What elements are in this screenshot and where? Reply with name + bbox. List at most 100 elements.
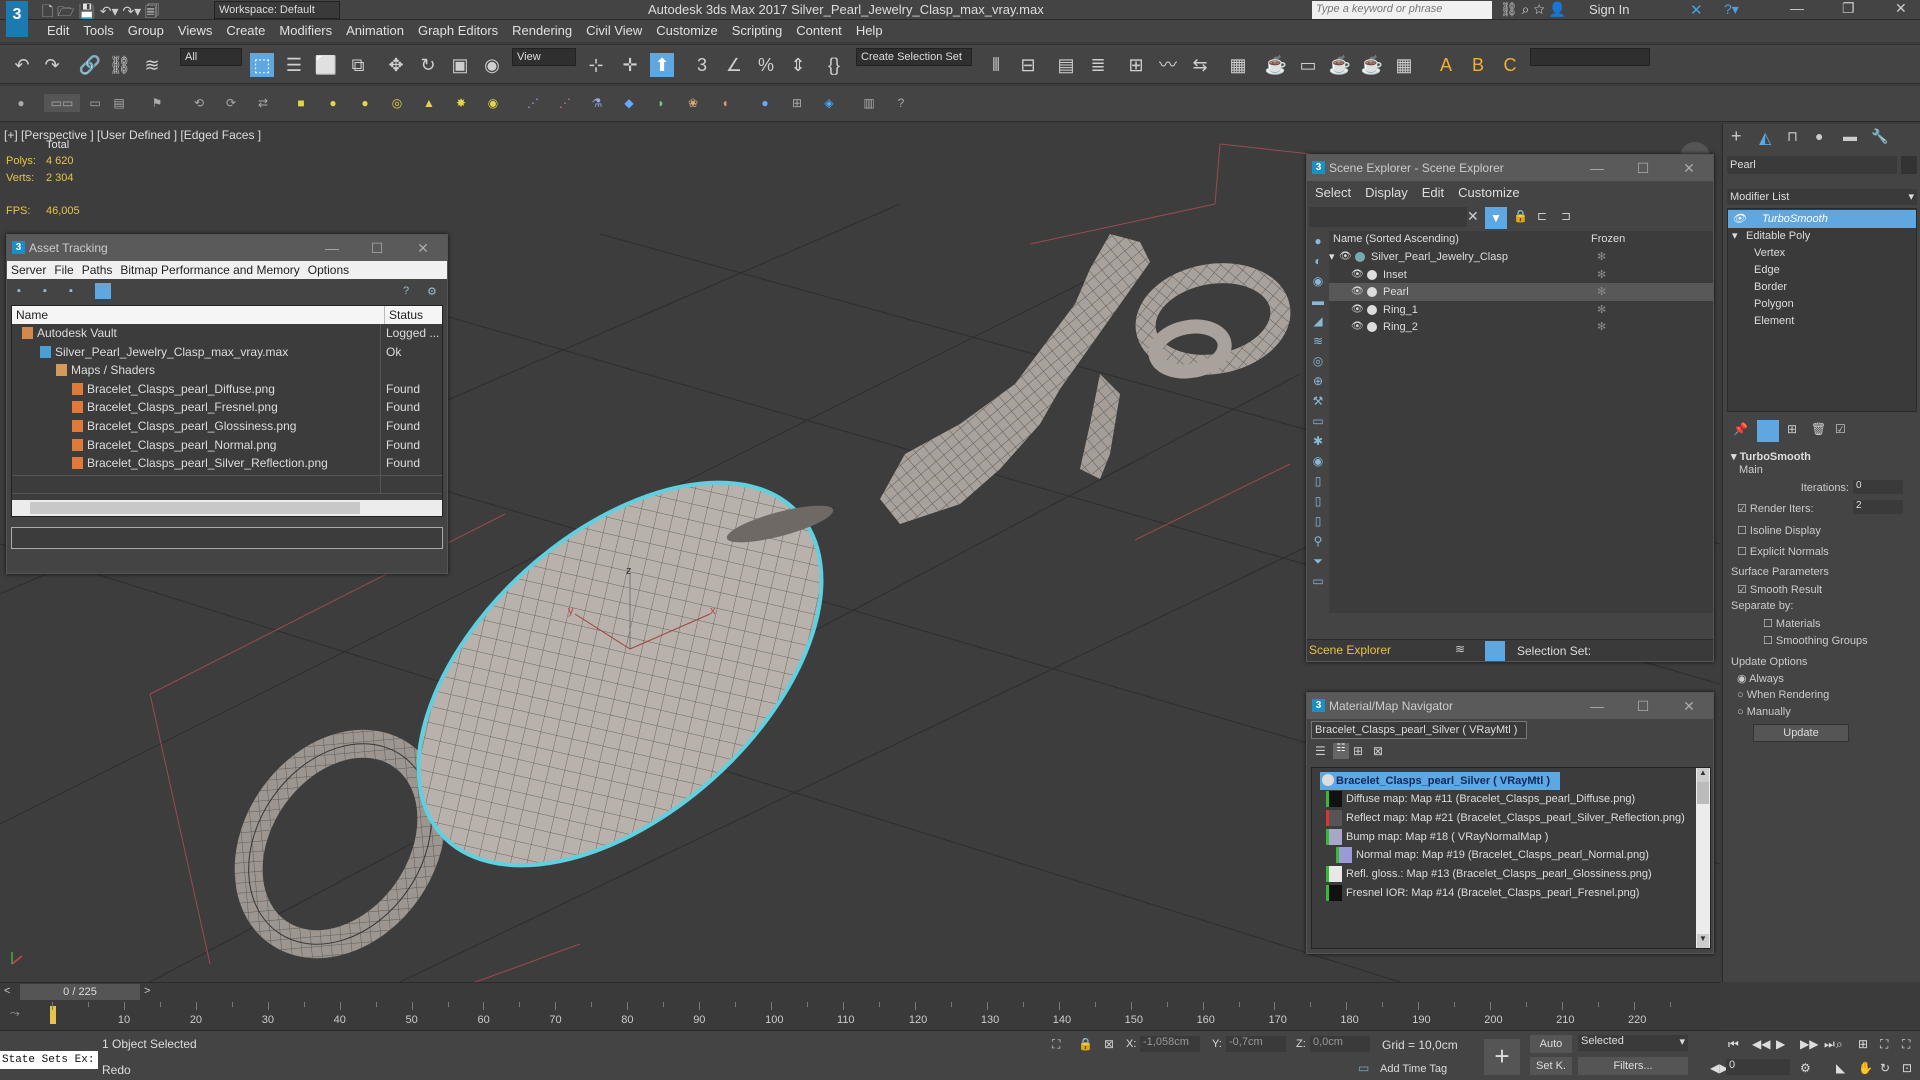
- material-editor-icon[interactable]: ▦: [1226, 53, 1250, 77]
- freeze-icon[interactable]: ✻: [1597, 248, 1606, 266]
- link-icon[interactable]: 🔗: [78, 53, 102, 77]
- align-icon[interactable]: ⊟: [1016, 53, 1040, 77]
- rect-selection-icon[interactable]: ⬜: [314, 53, 338, 77]
- geosphere-icon[interactable]: ●: [356, 94, 374, 112]
- expand-icon[interactable]: ▾: [1329, 248, 1335, 266]
- zoom-extents-icon[interactable]: ⛶: [1880, 1037, 1888, 1052]
- asset-row[interactable]: Autodesk Vault Logged ...: [12, 324, 442, 342]
- stack-item-polygon[interactable]: Polygon: [1728, 295, 1916, 313]
- create-tab-icon[interactable]: +: [1731, 126, 1742, 147]
- freeze-icon[interactable]: ✻: [1597, 301, 1606, 319]
- se-menu-select[interactable]: Select: [1315, 185, 1351, 200]
- iterations-spinner[interactable]: 0: [1853, 480, 1903, 494]
- key-filter-dropdown[interactable]: Selected ▾: [1578, 1035, 1688, 1051]
- lock-icon[interactable]: 🔒: [1513, 209, 1528, 223]
- menu-create[interactable]: Create: [219, 20, 272, 41]
- at-icon-2[interactable]: ▪: [43, 285, 47, 297]
- small-icons-view-icon[interactable]: ⊞: [1353, 744, 1363, 758]
- at-icon-4[interactable]: [95, 283, 111, 299]
- box-icon[interactable]: ■: [292, 94, 310, 112]
- time-slider[interactable]: < 0 / 225 >: [0, 982, 1720, 1002]
- scene-item-ring_2[interactable]: 👁 Ring_2 ✻: [1329, 318, 1713, 336]
- at-help-icon[interactable]: ?: [403, 285, 409, 297]
- isoline-checkbox[interactable]: ☐ Isoline Display: [1737, 524, 1821, 537]
- zoom-icon[interactable]: ⌕: [1836, 1037, 1843, 1052]
- at-menu-file[interactable]: File: [54, 263, 73, 277]
- col-name-header[interactable]: Name: [16, 306, 48, 324]
- object-name-field[interactable]: Pearl: [1727, 156, 1897, 174]
- at-menu-paths[interactable]: Paths: [82, 263, 113, 277]
- redo-icon[interactable]: ↷: [40, 53, 64, 77]
- stack-item-border[interactable]: Border: [1728, 278, 1916, 296]
- menu-graph-editors[interactable]: Graph Editors: [411, 20, 505, 41]
- menu-civil-view[interactable]: Civil View: [579, 20, 649, 41]
- activeshade-icon[interactable]: ▦: [1392, 53, 1416, 77]
- x-coord-field[interactable]: -1,058cm: [1140, 1036, 1200, 1052]
- menu-help[interactable]: Help: [849, 20, 890, 41]
- restore-icon[interactable]: ❐: [1842, 0, 1855, 17]
- minimize-icon[interactable]: —: [1577, 155, 1617, 181]
- y-coord-field[interactable]: -0,7cm: [1226, 1036, 1286, 1052]
- auto-key-button[interactable]: Auto: [1530, 1035, 1572, 1053]
- show-end-result-icon[interactable]: [1757, 420, 1779, 442]
- light-icon[interactable]: ✸: [452, 94, 470, 112]
- window-crossing-icon[interactable]: ⧉: [346, 53, 370, 77]
- tool-icon-1[interactable]: ●: [12, 94, 30, 112]
- stack-item-element[interactable]: Element: [1728, 312, 1916, 330]
- tool-icon-14[interactable]: ❀: [684, 94, 702, 112]
- percent-snap-icon[interactable]: %: [754, 53, 778, 77]
- frame-indicator[interactable]: 0 / 225: [20, 984, 140, 1000]
- scene-item-pearl[interactable]: 👁 Pearl ✻: [1329, 283, 1713, 302]
- when-rendering-radio[interactable]: ○ When Rendering: [1737, 689, 1829, 701]
- workspace-dropdown[interactable]: Workspace: Default: [214, 1, 340, 19]
- selection-lock-icon[interactable]: 🔒: [1078, 1037, 1093, 1051]
- spinner-snap-icon[interactable]: ⇕: [786, 53, 810, 77]
- at-options-icon[interactable]: ⚙: [427, 285, 437, 298]
- menu-rendering[interactable]: Rendering: [505, 20, 579, 41]
- curve-editor-icon[interactable]: 〰: [1156, 53, 1180, 77]
- pan-icon[interactable]: ✋: [1858, 1061, 1873, 1075]
- tool-icon-12[interactable]: ◆: [620, 94, 638, 112]
- map-slot[interactable]: Bump map: Map #18 ( VRayNormalMap ): [1326, 828, 1696, 846]
- eye-icon[interactable]: 👁: [1351, 301, 1364, 319]
- current-material-field[interactable]: Bracelet_Clasps_pearl_Silver ( VRayMtl ): [1311, 721, 1527, 739]
- set-key-button[interactable]: Set K.: [1530, 1057, 1572, 1075]
- eye-icon[interactable]: 👁: [1351, 283, 1364, 301]
- asset-row[interactable]: Bracelet_Clasps_pearl_Fresnel.png Found: [12, 398, 442, 416]
- tool-icon-18[interactable]: ◈: [820, 94, 838, 112]
- tool-icon-10[interactable]: ⋰: [556, 94, 574, 112]
- eye-icon[interactable]: 👁: [1351, 318, 1364, 336]
- menu-modifiers[interactable]: Modifiers: [272, 20, 339, 41]
- viewport-label[interactable]: [+] [Perspective ] [User Defined ] [Edge…: [4, 128, 261, 142]
- remove-modifier-icon[interactable]: 🗑: [1811, 422, 1826, 436]
- smooth-result-checkbox[interactable]: ☑ Smooth Result: [1737, 583, 1822, 596]
- selection-filter-dropdown[interactable]: All: [180, 48, 242, 66]
- edit-named-selection-icon[interactable]: {}: [822, 53, 846, 77]
- sun-icon[interactable]: ◉: [484, 94, 502, 112]
- tool-icon-9[interactable]: ⋰: [524, 94, 542, 112]
- render-iters-spinner[interactable]: 2: [1853, 500, 1903, 514]
- angle-snap-icon[interactable]: ∠: [722, 53, 746, 77]
- stack-item-edge[interactable]: Edge: [1728, 261, 1916, 279]
- render-iters-checkbox[interactable]: ☑ Render Iters:: [1737, 502, 1814, 515]
- close-icon[interactable]: ✕: [1669, 693, 1709, 719]
- layer-icon[interactable]: ≋: [1455, 642, 1465, 656]
- explicit-normals-checkbox[interactable]: ☐ Explicit Normals: [1737, 545, 1829, 558]
- sphere-icon[interactable]: ●: [324, 94, 342, 112]
- close-icon[interactable]: ✕: [1669, 155, 1709, 181]
- at-icon-3[interactable]: ▪: [69, 285, 73, 297]
- map-slot[interactable]: Fresnel IOR: Map #14 (Bracelet_Clasps_pe…: [1326, 884, 1696, 902]
- root-material[interactable]: Bracelet_Clasps_pearl_Silver ( VRayMtl ): [1320, 772, 1560, 790]
- menu-group[interactable]: Group: [121, 20, 171, 41]
- large-icons-view-icon[interactable]: ⊠: [1373, 744, 1383, 758]
- orbit-icon[interactable]: ↻: [1880, 1061, 1890, 1075]
- next-key-icon[interactable]: ▶▶: [1800, 1037, 1818, 1051]
- zoom-extents-all-icon[interactable]: ⛶: [1902, 1037, 1910, 1052]
- tool-icon-15[interactable]: ◖: [716, 94, 734, 112]
- menu-customize[interactable]: Customize: [649, 20, 724, 41]
- freeze-icon[interactable]: ✻: [1597, 283, 1606, 301]
- undo-icon[interactable]: ↶: [10, 53, 34, 77]
- render-setup-icon[interactable]: ☕: [1264, 53, 1288, 77]
- vray-a-icon[interactable]: A: [1434, 53, 1458, 77]
- at-menu-bitmap-performance-and-memory[interactable]: Bitmap Performance and Memory: [120, 263, 299, 277]
